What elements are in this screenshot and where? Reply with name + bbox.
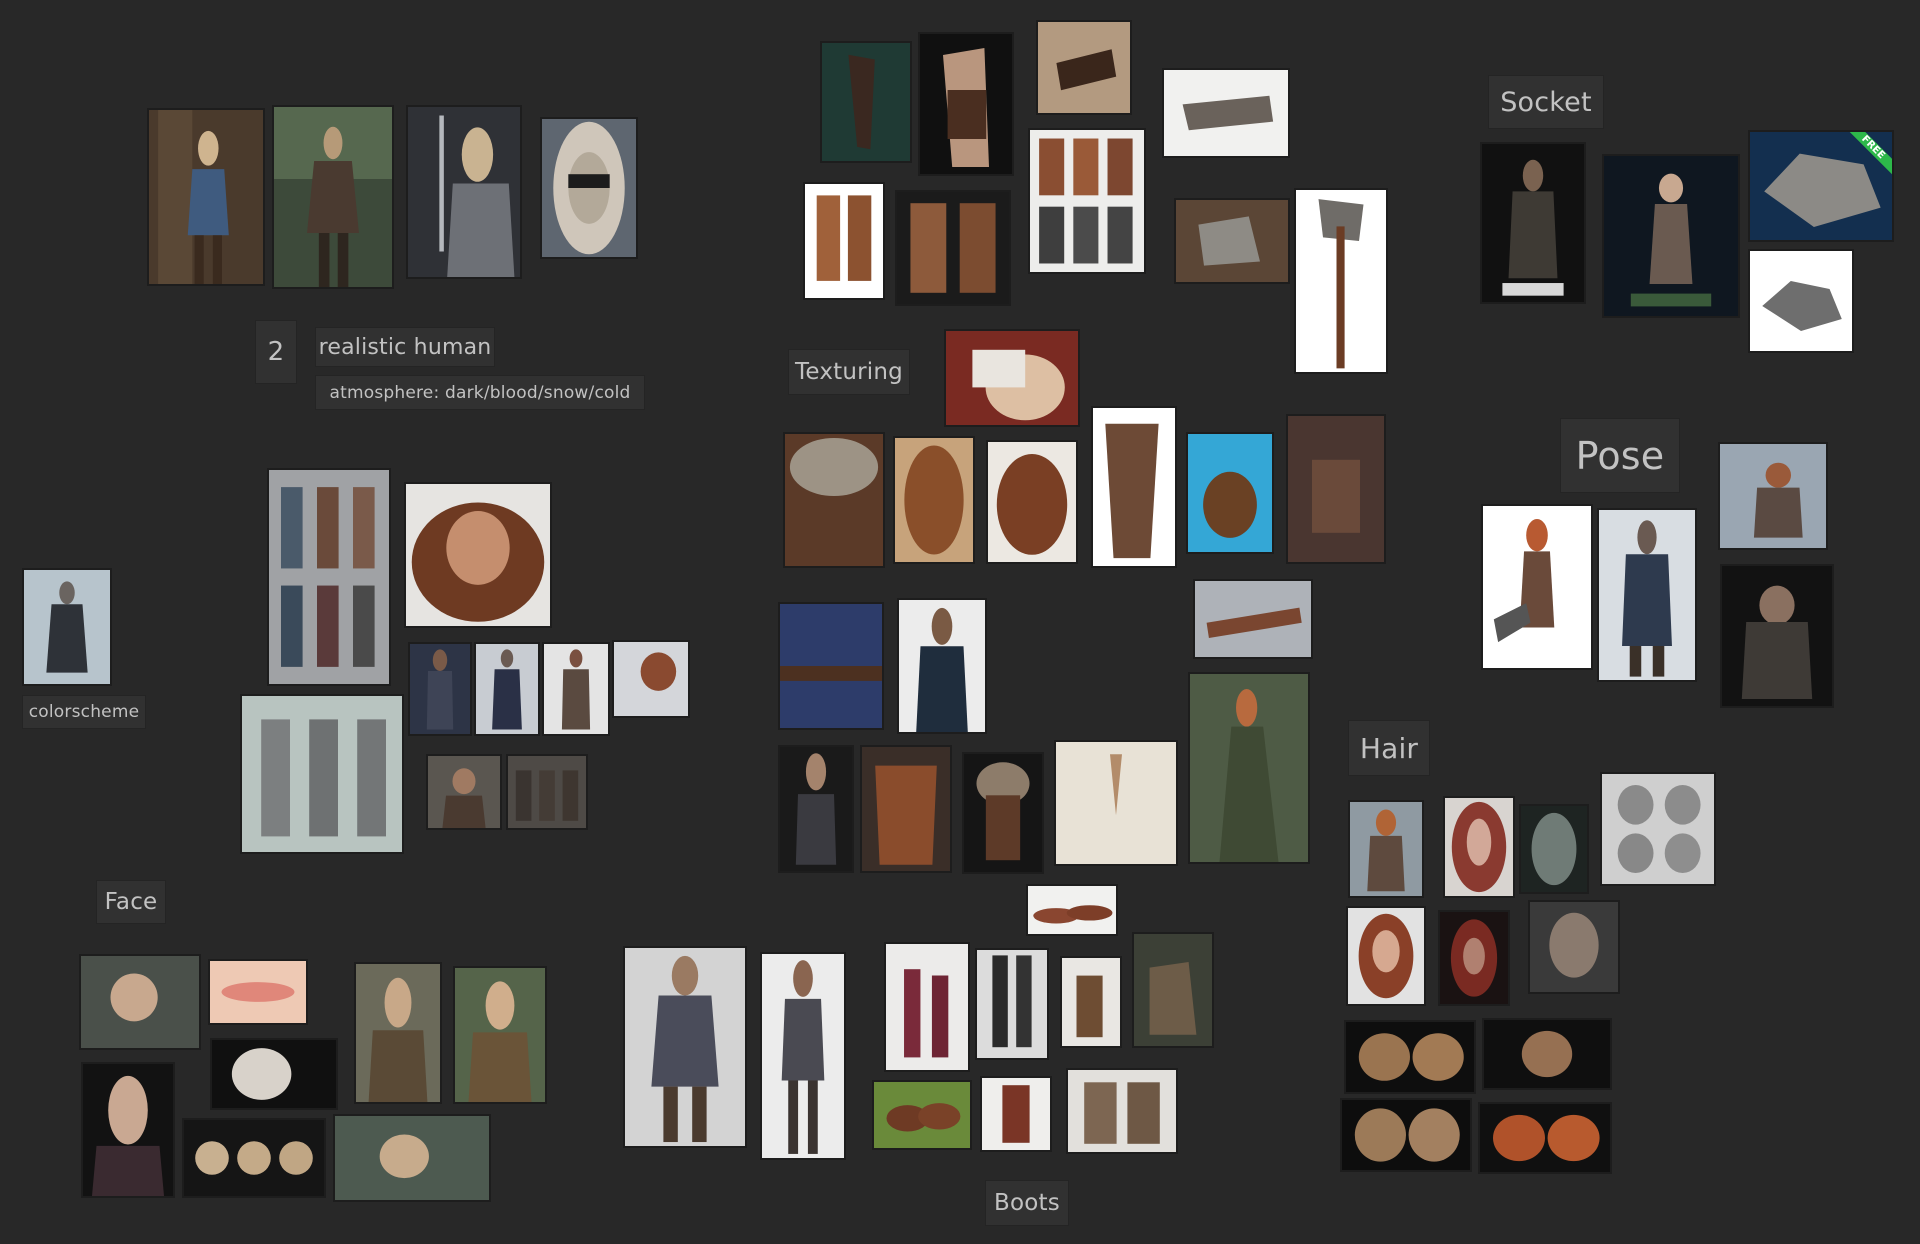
reference-image-warrior-group[interactable] [506,754,588,830]
reference-image-hair-sculpt-sheet[interactable] [1600,772,1716,886]
reference-image-belt-pouch[interactable] [1286,414,1386,564]
atmosphere-label[interactable]: atmosphere: dark/blood/snow/cold [315,375,645,410]
reference-image-costume-lineup[interactable] [267,468,391,686]
realistic-human-label[interactable]: realistic human [315,327,495,367]
reference-image-arm-with-bracer[interactable] [918,32,1014,176]
reference-image-blue-tunic-belt[interactable] [778,602,884,730]
reference-image-medieval-dress-woman[interactable] [1188,672,1310,864]
moodboard-canvas[interactable]: { "labels": { "count": "2", "realistic_h… [0,0,1920,1244]
reference-image-viking-braids[interactable] [453,966,547,1104]
reference-image-concept-warrior-2[interactable] [474,642,540,736]
count-label[interactable]: 2 [255,320,297,384]
reference-image-brown-vambraces[interactable] [895,190,1011,306]
reference-image-redhead-warrior-portrait[interactable] [404,482,552,628]
reference-image-layered-leather-pauldron[interactable] [893,436,975,564]
reference-image-brown-leather-corset[interactable] [860,745,952,873]
reference-image-redhead-axe-pose[interactable] [1481,504,1593,670]
reference-image-warpaint-face[interactable] [540,117,638,259]
reference-image-viking-woman-doorway[interactable] [147,108,265,286]
reference-image-leather-pouch[interactable] [1186,432,1274,554]
reference-image-viking-warrior-forest[interactable] [272,105,394,289]
texturing-label[interactable]: Texturing [788,349,910,395]
reference-image-leather-bracers-pair[interactable] [803,182,885,300]
reference-image-hair-render-blonde-2[interactable] [1482,1018,1612,1090]
reference-image-grey-rock[interactable] [1748,249,1854,353]
reference-image-linen-shirt-laces[interactable] [1054,740,1178,866]
boots-label[interactable]: Boots [985,1180,1069,1226]
reference-image-concept-warrior-1[interactable] [408,642,472,736]
reference-image-hair-render-long[interactable] [1340,1098,1472,1172]
reference-image-shieldmaiden-sword[interactable] [406,105,522,279]
reference-image-tooled-sleeve[interactable] [1091,406,1177,568]
reference-image-hair-render-blonde-1[interactable] [1344,1020,1476,1094]
reference-image-horned-valkyrie-model[interactable] [1602,154,1740,318]
reference-image-shieldmaiden-fur[interactable] [354,962,442,1104]
reference-image-dwarf-warrior-pose[interactable] [1720,564,1834,708]
reference-image-turnaround-sheet[interactable] [240,694,404,854]
reference-image-brown-pauldron[interactable] [986,440,1078,564]
reference-image-red-boots[interactable] [884,942,970,1072]
reference-image-bracer-collection[interactable] [1028,128,1146,274]
reference-image-character-full-armor[interactable] [623,946,747,1148]
hair-label[interactable]: Hair [1348,720,1430,776]
reference-image-fur-shoulder-armor[interactable] [783,432,885,568]
reference-image-black-laced-boots[interactable] [975,948,1049,1060]
reference-image-woman-leather-corset[interactable] [778,745,854,873]
reference-image-character-standing[interactable] [760,952,846,1160]
reference-image-leather-bracer-dark[interactable] [820,41,912,163]
reference-image-brown-shoes[interactable] [1026,884,1118,936]
reference-image-leather-wrap-boots[interactable] [1060,956,1122,1048]
reference-image-pale-face-portrait[interactable] [210,1038,338,1110]
reference-image-wrapped-fur-boots[interactable] [1066,1068,1178,1154]
reference-image-fur-armor-mannequin[interactable] [962,752,1044,874]
colorscheme-label[interactable]: colorscheme [22,695,146,729]
reference-image-bracer-on-stone[interactable] [1036,20,1132,115]
reference-image-armored-warrior-model[interactable] [1480,142,1586,304]
reference-image-brown-ankle-boots[interactable] [872,1080,972,1150]
reference-image-grey-sculpt-face[interactable] [1519,804,1589,894]
reference-image-pauldron-strap[interactable] [944,329,1080,427]
reference-image-tall-brown-boots[interactable] [980,1076,1052,1152]
reference-image-hair-render-red[interactable] [1478,1102,1612,1174]
reference-image-snow-warrior-pose[interactable] [1718,442,1828,550]
reference-image-braided-redhead[interactable] [1346,906,1426,1006]
reference-image-braided-woman[interactable] [79,954,201,1050]
reference-image-concept-warrior-3[interactable] [542,642,610,736]
reference-image-axe-head[interactable] [1174,198,1290,284]
reference-image-three-head-turns[interactable] [182,1118,326,1198]
reference-image-colorscheme-warrior[interactable] [22,568,112,686]
reference-image-concept-warrior-4[interactable] [612,640,690,718]
reference-image-viking-hunter-pose[interactable] [1597,508,1697,682]
face-label[interactable]: Face [96,880,166,924]
reference-image-fur-boots[interactable] [1132,932,1214,1048]
reference-image-leather-belt-clips[interactable] [1193,579,1313,659]
reference-image-dark-redhead-portrait[interactable] [1438,910,1510,1006]
reference-image-rock-asset-free[interactable]: FREE [1748,130,1894,242]
reference-image-lips[interactable] [208,959,308,1025]
reference-image-woman-warrior-portrait[interactable] [81,1062,175,1198]
reference-image-musketeer-leather[interactable] [897,598,987,734]
reference-image-warrior-closeup[interactable] [426,754,502,830]
reference-image-dark-hair-sculpt[interactable] [1528,900,1620,994]
pose-label[interactable]: Pose [1560,418,1680,493]
reference-image-red-hair-woman[interactable] [1443,796,1515,898]
reference-image-dwarf-redbeard[interactable] [1348,800,1424,898]
reference-image-blonde-woman-landscape[interactable] [333,1114,491,1202]
reference-image-long-axe[interactable] [1294,188,1388,374]
socket-label[interactable]: Socket [1488,75,1604,129]
reference-image-engraved-gauntlet[interactable] [1162,68,1290,158]
